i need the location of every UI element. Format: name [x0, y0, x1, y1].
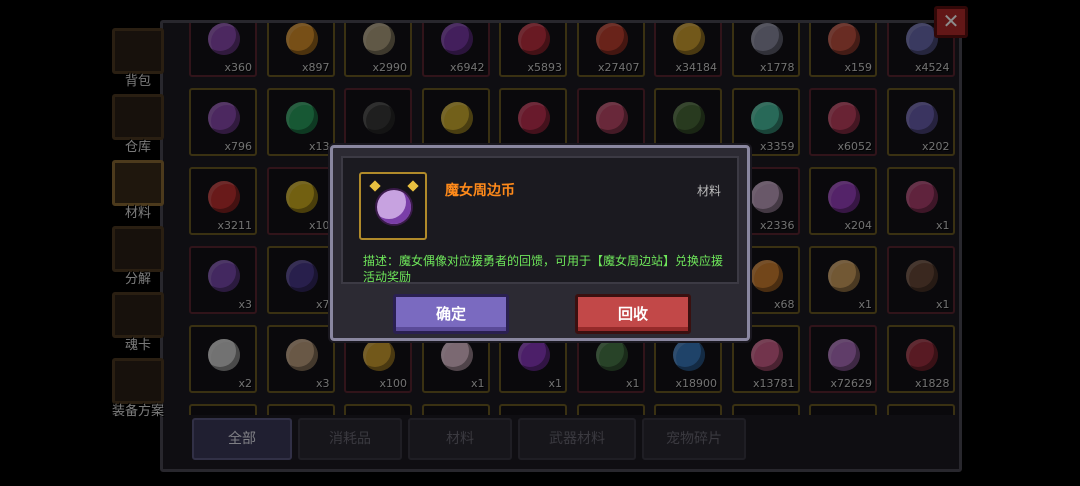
witch-coin-icon	[377, 190, 411, 224]
recycle-button[interactable]: 回收	[575, 294, 691, 334]
item-type: 材料	[696, 184, 721, 198]
item-detail-dialog: 魔女周边币 材料 描述：魔女偶像对应援勇者的回馈，可用于【魔女周边站】兑换应援活…	[330, 145, 750, 341]
confirm-button[interactable]: 确定	[393, 294, 509, 334]
item-description: 描述：魔女偶像对应援勇者的回馈，可用于【魔女周边站】兑换应援活动奖励	[363, 254, 724, 284]
item-info-box: 魔女周边币 材料 描述：魔女偶像对应援勇者的回馈，可用于【魔女周边站】兑换应援活…	[341, 156, 739, 284]
item-icon-frame	[359, 172, 427, 240]
item-name: 魔女周边币	[445, 183, 515, 199]
